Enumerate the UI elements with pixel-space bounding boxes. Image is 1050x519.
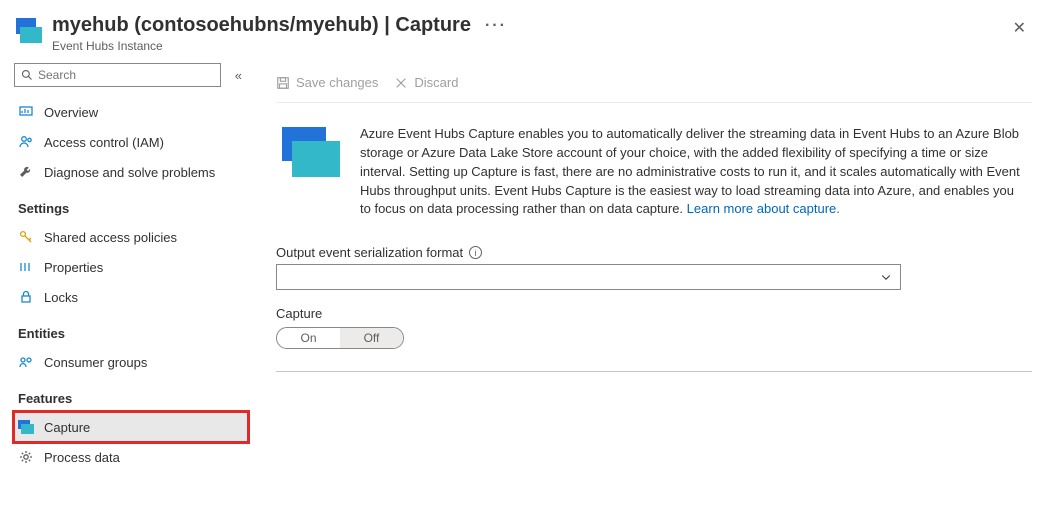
search-icon <box>21 69 33 81</box>
page-subtitle: Event Hubs Instance <box>52 39 1005 53</box>
properties-icon <box>18 259 34 275</box>
more-actions-button[interactable]: ··· <box>485 17 507 35</box>
sidebar-item-label: Overview <box>44 105 98 120</box>
discard-button[interactable]: Discard <box>394 75 458 90</box>
sidebar-item-label: Process data <box>44 450 120 465</box>
sidebar-item-label: Locks <box>44 290 78 305</box>
key-icon <box>18 229 34 245</box>
serialization-format-label: Output event serialization format i <box>276 245 1032 260</box>
sidebar-item-label: Consumer groups <box>44 355 147 370</box>
sidebar-item-label: Properties <box>44 260 103 275</box>
section-divider <box>276 371 1032 372</box>
sidebar: « Overview Access control (IAM) Diagnose a… <box>0 63 258 518</box>
sidebar-group-title: Settings <box>14 187 248 222</box>
sidebar-item-label: Capture <box>44 420 90 435</box>
sidebar-item-process-data[interactable]: Process data <box>14 442 248 472</box>
sidebar-item-access-control-iam[interactable]: Access control (IAM) <box>14 127 248 157</box>
toggle-off[interactable]: Off <box>340 328 403 348</box>
eventhub-resource-icon <box>16 18 42 44</box>
capture-toggle-label: Capture <box>276 306 1032 321</box>
sidebar-item-properties[interactable]: Properties <box>14 252 248 282</box>
chevron-down-icon <box>880 271 892 283</box>
sidebar-item-label: Diagnose and solve problems <box>44 165 215 180</box>
search-input[interactable] <box>38 68 214 82</box>
gear-icon <box>18 449 34 465</box>
sidebar-item-consumer-groups[interactable]: Consumer groups <box>14 347 248 377</box>
overview-icon <box>18 104 34 120</box>
page-title: myehub (contosoehubns/myehub) | Capture <box>52 14 471 37</box>
toolbar: Save changes Discard <box>276 63 1032 103</box>
sidebar-item-label: Shared access policies <box>44 230 177 245</box>
sidebar-group-title: Features <box>14 377 248 412</box>
sidebar-item-shared-access-policies[interactable]: Shared access policies <box>14 222 248 252</box>
save-icon <box>276 76 290 90</box>
toggle-on[interactable]: On <box>277 328 340 348</box>
sidebar-item-diagnose-and-solve-problems[interactable]: Diagnose and solve problems <box>14 157 248 187</box>
sidebar-item-locks[interactable]: Locks <box>14 282 248 312</box>
wrench-icon <box>18 164 34 180</box>
capture-icon <box>18 419 34 435</box>
sidebar-item-label: Access control (IAM) <box>44 135 164 150</box>
search-input-wrapper[interactable] <box>14 63 221 87</box>
collapse-sidebar-icon[interactable]: « <box>221 68 248 83</box>
discard-icon <box>394 76 408 90</box>
lock-icon <box>18 289 34 305</box>
sidebar-group-title: Entities <box>14 312 248 347</box>
save-button[interactable]: Save changes <box>276 75 378 90</box>
sidebar-item-capture[interactable]: Capture <box>14 412 248 442</box>
users-icon <box>18 134 34 150</box>
consumer-icon <box>18 354 34 370</box>
learn-more-link[interactable]: Learn more about capture. <box>687 201 840 216</box>
capture-feature-icon <box>282 127 342 179</box>
capture-toggle[interactable]: On Off <box>276 327 404 349</box>
sidebar-item-overview[interactable]: Overview <box>14 97 248 127</box>
serialization-format-dropdown[interactable] <box>276 264 901 290</box>
info-icon[interactable]: i <box>469 246 482 259</box>
intro-text: Azure Event Hubs Capture enables you to … <box>360 125 1026 219</box>
close-icon[interactable]: ✕ <box>1005 14 1034 42</box>
main-content: Save changes Discard Azure Event Hubs Ca… <box>258 63 1050 518</box>
